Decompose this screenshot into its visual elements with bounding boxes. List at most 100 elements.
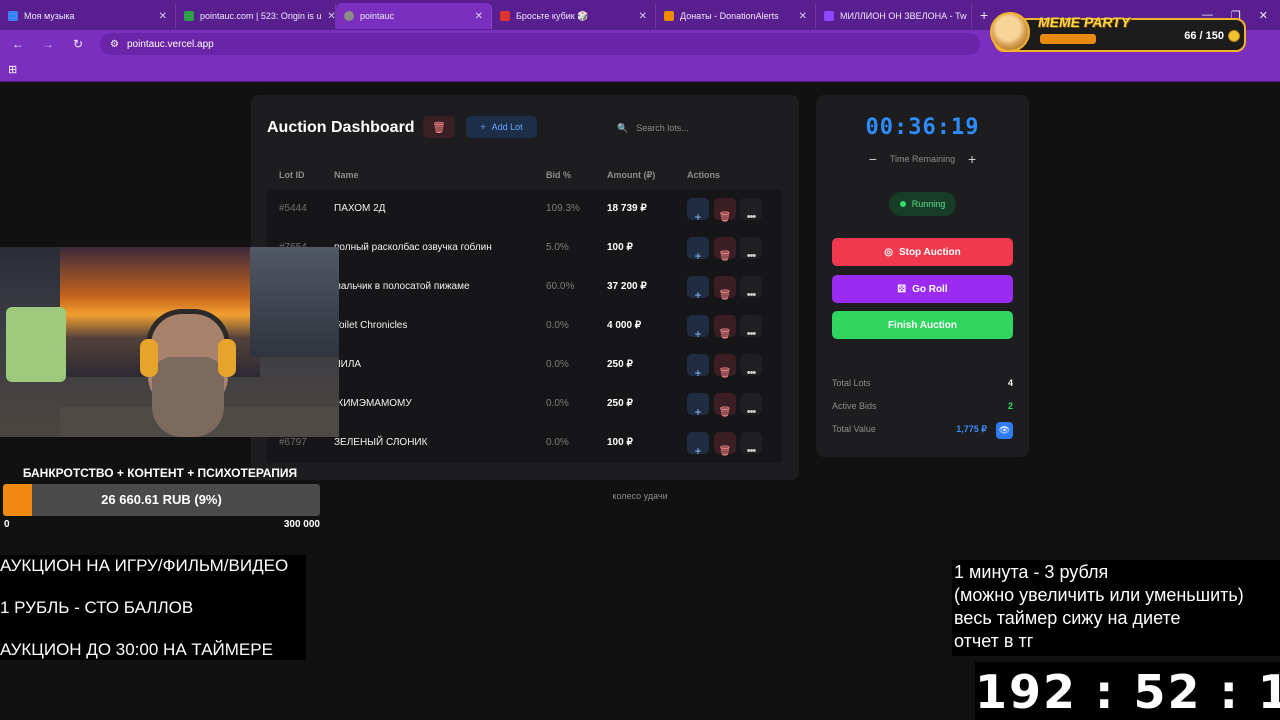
stop-auction-label: Stop Auction (898, 246, 961, 258)
tab-favicon-icon (824, 11, 834, 21)
decrease-time-button[interactable]: − (866, 151, 880, 167)
more-options-button[interactable]: ••• (740, 315, 762, 340)
meme-progress-bar (1040, 34, 1096, 44)
add-bid-button[interactable]: + (687, 432, 709, 458)
close-icon[interactable]: ✕ (327, 11, 335, 22)
go-roll-label: Go Roll (912, 283, 948, 295)
increase-time-button[interactable]: + (965, 151, 979, 167)
stat-total-value: Total Value 1,775 ₽ 👁 (832, 422, 1013, 440)
more-options-button[interactable]: ••• (740, 276, 762, 301)
doge-icon (990, 12, 1030, 52)
coin-icon (1228, 30, 1240, 42)
bookmarks-bar: ⊞ (0, 58, 1280, 82)
rules-line: весь таймер сижу на диете (954, 608, 1181, 628)
background-window (250, 247, 339, 357)
stat-active-bids: Active Bids 2 (832, 401, 1013, 417)
add-bid-button[interactable]: + (687, 315, 709, 341)
back-arrow-icon[interactable]: ← (10, 37, 26, 51)
column-header[interactable]: Bid % (546, 161, 571, 189)
wheel-caption: колесо удачи (612, 491, 668, 501)
tab-favicon-icon (500, 11, 510, 21)
reload-icon[interactable]: ↻ (70, 37, 86, 51)
column-header[interactable]: Lot ID (279, 161, 305, 189)
info-line: АУКЦИОН ДО 30:00 НА ТАЙМЕРЕ (0, 640, 273, 659)
close-icon[interactable]: ✕ (159, 11, 167, 22)
delete-lot-button[interactable]: 🗑 (714, 237, 736, 262)
tab-label: Бросьте кубик 🎲 (516, 10, 589, 21)
donation-progress-bar: 26 660.61 RUB (9%) (3, 484, 320, 516)
more-options-button[interactable]: ••• (740, 432, 762, 457)
browser-tab[interactable]: pointauc.com | 523: Origin is u ✕ (176, 3, 336, 29)
ellipsis-icon: ••• (746, 445, 757, 457)
browser-tab-active[interactable]: pointauc ✕ (336, 3, 492, 29)
add-bid-button[interactable]: + (687, 198, 709, 224)
browser-tab[interactable]: Донаты - DonationAlerts ✕ (656, 3, 816, 29)
tab-label: pointauc.com | 523: Origin is u (200, 11, 322, 21)
more-options-button[interactable]: ••• (740, 393, 762, 418)
lot-amount: 37 200 ₽ (607, 281, 647, 292)
delete-lot-button[interactable]: 🗑 (714, 276, 736, 301)
stat-label: Active Bids (832, 401, 877, 411)
column-header[interactable]: Amount (₽) (607, 161, 655, 189)
tab-label: МИЛЛИОН ОН ЗВЕЛОНА - Tw (840, 11, 967, 21)
delete-lot-button[interactable]: 🗑 (714, 198, 736, 223)
meme-party-widget: MEME PARTY 66 / 150 (990, 12, 1246, 52)
finish-auction-label: Finish Auction (887, 319, 958, 331)
headphone-left (140, 339, 158, 377)
table-row: #7654полный расколбас озвучка гоблин5.0%… (267, 228, 782, 267)
delete-lot-button[interactable]: 🗑 (714, 432, 736, 457)
clear-lots-button[interactable]: 🗑 (423, 116, 455, 138)
more-options-button[interactable]: ••• (740, 354, 762, 379)
url-field[interactable]: ⚙ pointauc.vercel.app (100, 33, 980, 55)
forward-arrow-icon[interactable]: → (40, 37, 56, 51)
stop-auction-button[interactable]: ◎ Stop Auction (832, 238, 1013, 266)
stat-value: 1,775 ₽ (956, 424, 987, 434)
webcam-feed (0, 247, 339, 437)
apps-grid-icon[interactable]: ⊞ (8, 63, 17, 76)
add-bid-button[interactable]: + (687, 393, 709, 419)
finish-auction-button[interactable]: Finish Auction (832, 311, 1013, 339)
browser-tab[interactable]: Моя музыка ✕ (0, 3, 176, 29)
search-icon: 🔍 (617, 122, 629, 133)
close-icon[interactable]: ✕ (475, 11, 483, 22)
close-window-icon[interactable]: ✕ (1259, 9, 1268, 22)
close-icon[interactable]: ✕ (639, 11, 647, 22)
add-lot-button[interactable]: + Add Lot (466, 116, 537, 138)
go-roll-button[interactable]: ⚄ Go Roll (832, 275, 1013, 303)
green-toy (6, 307, 66, 382)
delete-lot-button[interactable]: 🗑 (714, 393, 736, 418)
tab-label: Донаты - DonationAlerts (680, 11, 779, 21)
timer-rules-overlay: 1 минута - 3 рубля (можно увеличить или … (952, 560, 1280, 656)
table-row: #4419ЧИЛА0.0%250 ₽+🗑••• (267, 345, 782, 384)
lot-amount: 4 000 ₽ (607, 320, 642, 331)
lots-table-body: #5444ПАХОМ 2Д109.3%18 739 ₽+🗑•••#7654пол… (267, 189, 782, 463)
donation-max: 300 000 (283, 519, 320, 530)
stat-total-lots: Total Lots 4 (832, 378, 1013, 394)
search-input[interactable] (636, 123, 757, 133)
add-bid-button[interactable]: + (687, 237, 709, 263)
column-header[interactable]: Name (334, 161, 359, 189)
table-row: #2231мальчик в полосатой пижаме60.0%37 2… (267, 267, 782, 306)
lot-name: ЖИМЭМАМОМУ (334, 398, 412, 409)
delete-lot-button[interactable]: 🗑 (714, 315, 736, 340)
delete-lot-button[interactable]: 🗑 (714, 354, 736, 379)
lot-name: ПАХОМ 2Д (334, 203, 386, 214)
add-bid-button[interactable]: + (687, 276, 709, 302)
eye-icon[interactable]: 👁 (996, 422, 1013, 439)
add-bid-button[interactable]: + (687, 354, 709, 380)
trash-icon: 🗑 (718, 446, 732, 457)
lot-id: #5444 (279, 203, 307, 214)
site-info-icon[interactable]: ⚙ (110, 39, 119, 50)
page-title: Auction Dashboard (267, 119, 415, 136)
rules-line: отчет в тг (954, 631, 1034, 651)
more-options-button[interactable]: ••• (740, 198, 762, 223)
status-badge: Running (889, 192, 956, 216)
browser-tab[interactable]: Бросьте кубик 🎲 ✕ (492, 3, 656, 29)
lot-bid-percent: 0.0% (546, 398, 569, 409)
browser-tab[interactable]: МИЛЛИОН ОН ЗВЕЛОНА - Tw ✕ (816, 3, 972, 29)
more-options-button[interactable]: ••• (740, 237, 762, 262)
stop-icon: ◎ (884, 246, 893, 258)
close-icon[interactable]: ✕ (799, 11, 807, 22)
status-dot-icon (899, 201, 906, 207)
rules-line: (можно увеличить или уменьшить) (954, 585, 1244, 605)
